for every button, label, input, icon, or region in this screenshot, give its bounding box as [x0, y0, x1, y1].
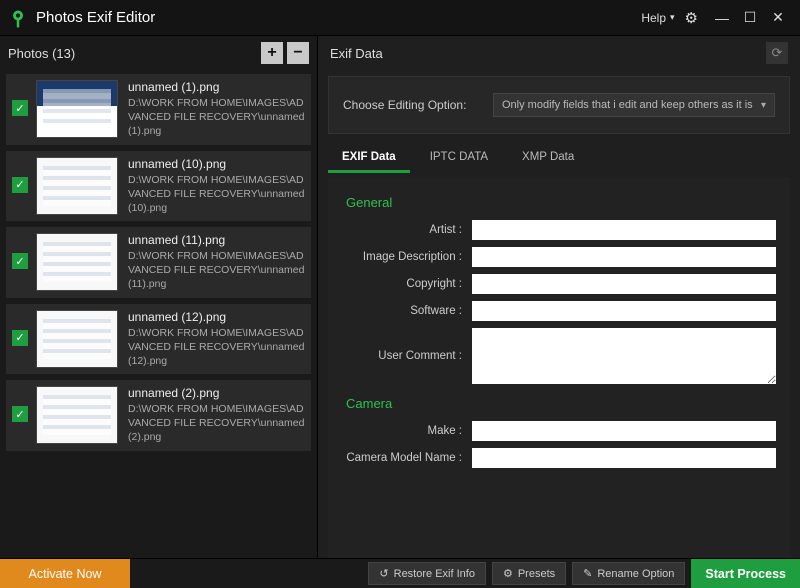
photos-panel: Photos (13) + − ✓ unnamed (1).png D:\WOR…: [0, 36, 318, 558]
editing-option-select[interactable]: Only modify fields that i edit and keep …: [493, 93, 775, 117]
field-row: Artist :: [342, 220, 776, 240]
thumbnail: [36, 386, 118, 444]
file-name: unnamed (2).png: [128, 386, 305, 400]
field-row: Make :: [342, 421, 776, 441]
title-bar: Photos Exif Editor Help ▾ ⚙ ― ☐ ✕: [0, 0, 800, 36]
field-label: Software :: [342, 305, 472, 317]
refresh-button[interactable]: ⟳: [766, 42, 788, 64]
field-input[interactable]: [472, 220, 776, 240]
close-button[interactable]: ✕: [764, 4, 792, 32]
help-menu[interactable]: Help: [641, 11, 666, 25]
section-title: General: [346, 195, 776, 210]
thumbnail: [36, 80, 118, 138]
file-path: D:\WORK FROM HOME\IMAGES\ADVANCED FILE R…: [128, 173, 305, 216]
file-path: D:\WORK FROM HOME\IMAGES\ADVANCED FILE R…: [128, 249, 305, 292]
file-name: unnamed (12).png: [128, 310, 305, 324]
field-label: Camera Model Name :: [342, 452, 472, 464]
maximize-button[interactable]: ☐: [736, 4, 764, 32]
field-label: Artist :: [342, 224, 472, 236]
list-item[interactable]: ✓ unnamed (1).png D:\WORK FROM HOME\IMAG…: [6, 74, 311, 145]
field-row: Camera Model Name :: [342, 448, 776, 468]
app-title: Photos Exif Editor: [36, 9, 641, 26]
field-input[interactable]: [472, 448, 776, 468]
list-item[interactable]: ✓ unnamed (10).png D:\WORK FROM HOME\IMA…: [6, 151, 311, 222]
photos-count-label: Photos (13): [8, 46, 257, 61]
activate-button[interactable]: Activate Now: [0, 559, 130, 588]
tab-iptc-data[interactable]: IPTC DATA: [416, 144, 502, 173]
presets-button[interactable]: ⚙Presets: [492, 562, 566, 585]
field-row: Image Description :: [342, 247, 776, 267]
editing-option-row: Choose Editing Option: Only modify field…: [328, 76, 790, 134]
start-process-button[interactable]: Start Process: [691, 559, 800, 588]
exif-panel: Exif Data ⟳ Choose Editing Option: Only …: [318, 36, 800, 558]
file-path: D:\WORK FROM HOME\IMAGES\ADVANCED FILE R…: [128, 402, 305, 445]
help-caret-icon: ▾: [670, 12, 675, 23]
field-row: Software :: [342, 301, 776, 321]
editing-option-label: Choose Editing Option:: [343, 98, 493, 112]
field-row: Copyright :: [342, 274, 776, 294]
restore-exif-button[interactable]: ↺Restore Exif Info: [368, 562, 486, 585]
tab-exif-data[interactable]: EXIF Data: [328, 144, 410, 173]
checkbox-icon[interactable]: ✓: [12, 406, 28, 422]
rename-option-button[interactable]: ✎Rename Option: [572, 562, 685, 585]
add-photo-button[interactable]: +: [261, 42, 283, 64]
field-input[interactable]: [472, 328, 776, 384]
field-input[interactable]: [472, 421, 776, 441]
file-name: unnamed (11).png: [128, 233, 305, 247]
field-row: User Comment :: [342, 328, 776, 384]
remove-photo-button[interactable]: −: [287, 42, 309, 64]
data-tabs: EXIF DataIPTC DATAXMP Data: [318, 144, 800, 173]
editing-option-value: Only modify fields that i edit and keep …: [502, 99, 753, 111]
file-path: D:\WORK FROM HOME\IMAGES\ADVANCED FILE R…: [128, 326, 305, 369]
photos-list[interactable]: ✓ unnamed (1).png D:\WORK FROM HOME\IMAG…: [0, 70, 317, 558]
restore-icon: ↺: [379, 567, 388, 580]
thumbnail: [36, 233, 118, 291]
tab-xmp-data[interactable]: XMP Data: [508, 144, 588, 173]
field-input[interactable]: [472, 301, 776, 321]
checkbox-icon[interactable]: ✓: [12, 177, 28, 193]
checkbox-icon[interactable]: ✓: [12, 253, 28, 269]
file-name: unnamed (10).png: [128, 157, 305, 171]
list-item[interactable]: ✓ unnamed (11).png D:\WORK FROM HOME\IMA…: [6, 227, 311, 298]
field-input[interactable]: [472, 247, 776, 267]
file-name: unnamed (1).png: [128, 80, 305, 94]
exif-panel-title: Exif Data: [330, 46, 383, 61]
thumbnail: [36, 157, 118, 215]
file-path: D:\WORK FROM HOME\IMAGES\ADVANCED FILE R…: [128, 96, 305, 139]
footer-bar: Activate Now ↺Restore Exif Info ⚙Presets…: [0, 558, 800, 588]
field-label: Make :: [342, 425, 472, 437]
field-label: Copyright :: [342, 278, 472, 290]
list-item[interactable]: ✓ unnamed (2).png D:\WORK FROM HOME\IMAG…: [6, 380, 311, 451]
list-item[interactable]: ✓ unnamed (12).png D:\WORK FROM HOME\IMA…: [6, 304, 311, 375]
checkbox-icon[interactable]: ✓: [12, 100, 28, 116]
rename-icon: ✎: [583, 567, 592, 580]
checkbox-icon[interactable]: ✓: [12, 330, 28, 346]
thumbnail: [36, 310, 118, 368]
field-input[interactable]: [472, 274, 776, 294]
field-label: Image Description :: [342, 251, 472, 263]
field-label: User Comment :: [342, 350, 472, 362]
minimize-button[interactable]: ―: [708, 4, 736, 32]
settings-icon[interactable]: ⚙: [685, 9, 698, 27]
app-logo-icon: [8, 8, 28, 28]
form-area[interactable]: General Artist : Image Description : Copyri…: [328, 177, 790, 558]
presets-icon: ⚙: [503, 567, 513, 580]
section-title: Camera: [346, 396, 776, 411]
